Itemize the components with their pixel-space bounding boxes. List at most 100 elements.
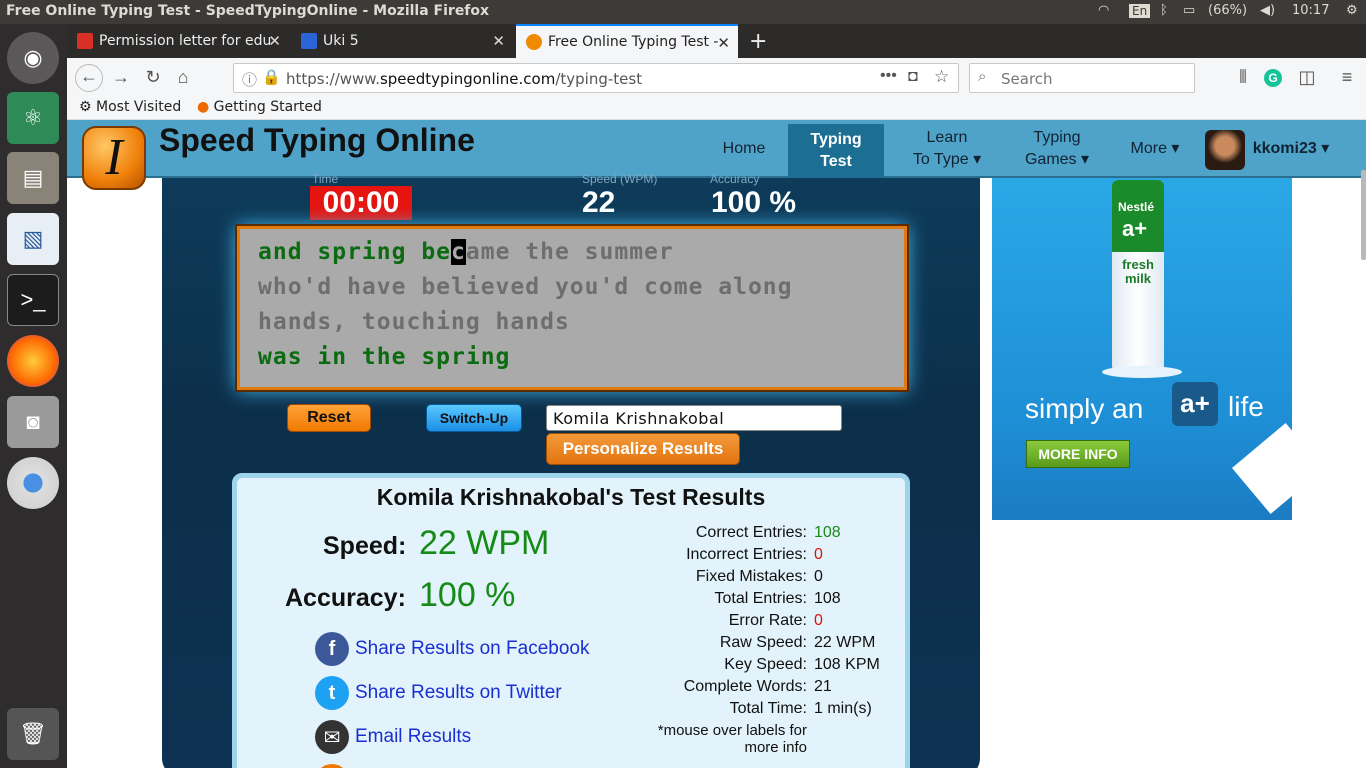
pocket-icon[interactable]: ◘ xyxy=(908,68,918,86)
forward-icon[interactable]: → xyxy=(109,66,133,90)
site-header: Speed Typing Online Home Typing Test Lear… xyxy=(67,120,1366,178)
library-icon[interactable]: ⫴ xyxy=(1231,66,1255,90)
stat-label[interactable]: Correct Entries: xyxy=(696,524,807,542)
battery-icon[interactable]: ▭ xyxy=(1183,3,1195,18)
volume-icon[interactable]: ◀) xyxy=(1260,3,1275,18)
chromium-icon[interactable] xyxy=(7,457,59,509)
mouseover-note: *mouse over labels for more info xyxy=(657,722,807,756)
search-input[interactable]: Search xyxy=(1001,70,1053,88)
wifi-icon[interactable]: ◠ xyxy=(1098,3,1109,18)
stat-label[interactable]: Total Entries: xyxy=(715,590,807,608)
ad-tagline-1: simply an xyxy=(1025,393,1144,424)
bookmark-most-visited[interactable]: ⚙ Most Visited xyxy=(79,99,181,115)
results-title: Komila Krishnakobal's Test Results xyxy=(376,484,766,510)
accuracy-display: 100 % xyxy=(711,186,797,219)
ad-product-logo: a+ xyxy=(1122,216,1148,241)
bookmark-star-icon[interactable]: ☆ xyxy=(934,67,949,87)
tab-gmail[interactable]: Permission letter for edu ✕ xyxy=(67,24,289,58)
tab-label: Free Online Typing Test - xyxy=(548,34,719,50)
nav-typing-test[interactable]: Typing Test xyxy=(788,124,884,178)
stat-label[interactable]: Raw Speed: xyxy=(720,634,807,652)
nav-typing-games[interactable]: Typing Games ▾ xyxy=(1012,120,1102,178)
battery-percent[interactable]: (66%) xyxy=(1208,3,1247,18)
reload-icon[interactable]: ↻ xyxy=(141,66,165,90)
lock-icon[interactable]: 🔒 xyxy=(262,68,281,86)
bookmark-getting-started[interactable]: ● Getting Started xyxy=(197,99,322,115)
url-text[interactable]: https://www.speedtypingonline.com/typing… xyxy=(286,70,642,88)
nav-learn-to-type[interactable]: Learn To Type ▾ xyxy=(897,120,997,178)
back-icon[interactable]: ← xyxy=(75,64,103,92)
timer-display: 00:00 xyxy=(310,186,412,220)
stat-label[interactable]: Fixed Mistakes: xyxy=(696,568,807,586)
tab-label: Uki 5 xyxy=(323,33,359,49)
close-icon[interactable]: ✕ xyxy=(268,32,281,50)
stat-label[interactable]: Total Time: xyxy=(730,700,807,718)
settings-gear-icon[interactable]: ⚙ xyxy=(1346,3,1358,18)
web-page: Speed Typing Online Home Typing Test Lear… xyxy=(67,120,1366,768)
clock[interactable]: 10:17 xyxy=(1292,3,1329,18)
keyboard-layout-indicator[interactable]: En xyxy=(1129,4,1151,18)
ad-more-info-button[interactable]: MORE INFO xyxy=(1026,440,1130,468)
accuracy-result-label[interactable]: Accuracy: xyxy=(285,584,406,613)
ubuntu-dash-icon[interactable]: ◉ xyxy=(7,32,59,84)
reset-button[interactable]: Reset xyxy=(287,404,371,432)
tab-uki[interactable]: Uki 5 ✕ xyxy=(291,24,513,58)
site-name[interactable]: Speed Typing Online xyxy=(159,122,475,159)
speedtyping-favicon-icon xyxy=(526,34,542,50)
site-logo[interactable]: I xyxy=(82,126,146,190)
speed-label: Speed (WPM) xyxy=(582,172,658,186)
stat-value: 108 xyxy=(814,590,841,607)
terminal-icon[interactable]: >_ xyxy=(7,274,59,326)
nestle-advertisement[interactable]: Nestlé a+ fresh milk simply an a+ life M… xyxy=(992,178,1292,520)
gmail-icon xyxy=(77,33,93,49)
page-scrollbar[interactable] xyxy=(1361,170,1366,260)
atom-editor-icon[interactable]: ⚛ xyxy=(7,92,59,144)
share-facebook-link[interactable]: f Share Results on Facebook xyxy=(315,632,589,666)
name-input[interactable]: Komila Krishnakobal xyxy=(546,405,842,431)
nav-more[interactable]: More ▾ xyxy=(1117,120,1193,178)
stat-label[interactable]: Complete Words: xyxy=(684,678,807,696)
system-top-bar: Free Online Typing Test - SpeedTypingOnl… xyxy=(0,0,1366,24)
url-bar[interactable]: ⓘ 🔒 https://www.speedtypingonline.com/ty… xyxy=(233,63,959,93)
trash-icon[interactable]: 🗑 xyxy=(7,708,59,760)
stat-label[interactable]: Error Rate: xyxy=(729,612,807,630)
personalize-results-button[interactable]: Personalize Results xyxy=(546,433,740,465)
navigation-toolbar: ← → ↻ ⌂ ⓘ 🔒 https://www.speedtypingonlin… xyxy=(67,58,1366,96)
stat-value: 0 xyxy=(814,546,823,563)
speed-display: 22 xyxy=(582,186,616,219)
nav-home[interactable]: Home xyxy=(707,120,781,178)
twitter-icon: t xyxy=(315,676,349,710)
firefox-icon[interactable] xyxy=(7,335,59,387)
test-results-panel: Komila Krishnakobal's Test Results Speed… xyxy=(232,473,910,768)
avatar[interactable] xyxy=(1205,130,1245,170)
share-twitter-link[interactable]: t Share Results on Twitter xyxy=(315,676,562,710)
libreoffice-impress-icon[interactable]: ▧ xyxy=(7,213,59,265)
nav-user-menu[interactable]: kkomi23 ▾ xyxy=(1253,120,1330,178)
stat-label[interactable]: Key Speed: xyxy=(724,656,807,674)
stat-label[interactable]: Incorrect Entries: xyxy=(686,546,807,564)
text-line-1: and spring became the summer xyxy=(258,239,674,265)
close-icon[interactable]: ✕ xyxy=(492,32,505,50)
email-results-link[interactable]: ✉ Email Results xyxy=(315,720,471,754)
stat-value: 0 xyxy=(814,612,823,629)
stat-value: 108 xyxy=(814,524,841,541)
camera-icon[interactable]: ◙ xyxy=(7,396,59,448)
bookmarks-toolbar: ⚙ Most Visited ● Getting Started xyxy=(67,96,1366,120)
speed-result-label[interactable]: Speed: xyxy=(323,532,406,561)
more-share-icon[interactable] xyxy=(315,764,349,768)
page-actions-icon[interactable]: ••• xyxy=(880,67,897,85)
sidebar-icon[interactable]: ◫ xyxy=(1295,66,1319,90)
menu-icon[interactable]: ≡ xyxy=(1335,66,1359,90)
new-tab-button[interactable]: + xyxy=(743,24,773,58)
files-icon[interactable]: ▤ xyxy=(7,152,59,204)
search-bar[interactable]: ⌕ Search xyxy=(969,63,1195,93)
ad-brand: Nestlé xyxy=(1118,200,1155,214)
bluetooth-icon[interactable]: ᛒ xyxy=(1160,3,1168,18)
typing-text-area[interactable]: and spring became the summer who'd have … xyxy=(237,226,907,390)
tab-typing-test[interactable]: Free Online Typing Test - ✕ xyxy=(516,24,738,58)
close-icon[interactable]: ✕ xyxy=(717,34,730,52)
switch-up-button[interactable]: Switch-Up xyxy=(426,404,522,432)
home-icon[interactable]: ⌂ xyxy=(171,66,195,90)
grammarly-icon[interactable]: G xyxy=(1264,69,1282,87)
info-icon[interactable]: ⓘ xyxy=(242,69,257,90)
